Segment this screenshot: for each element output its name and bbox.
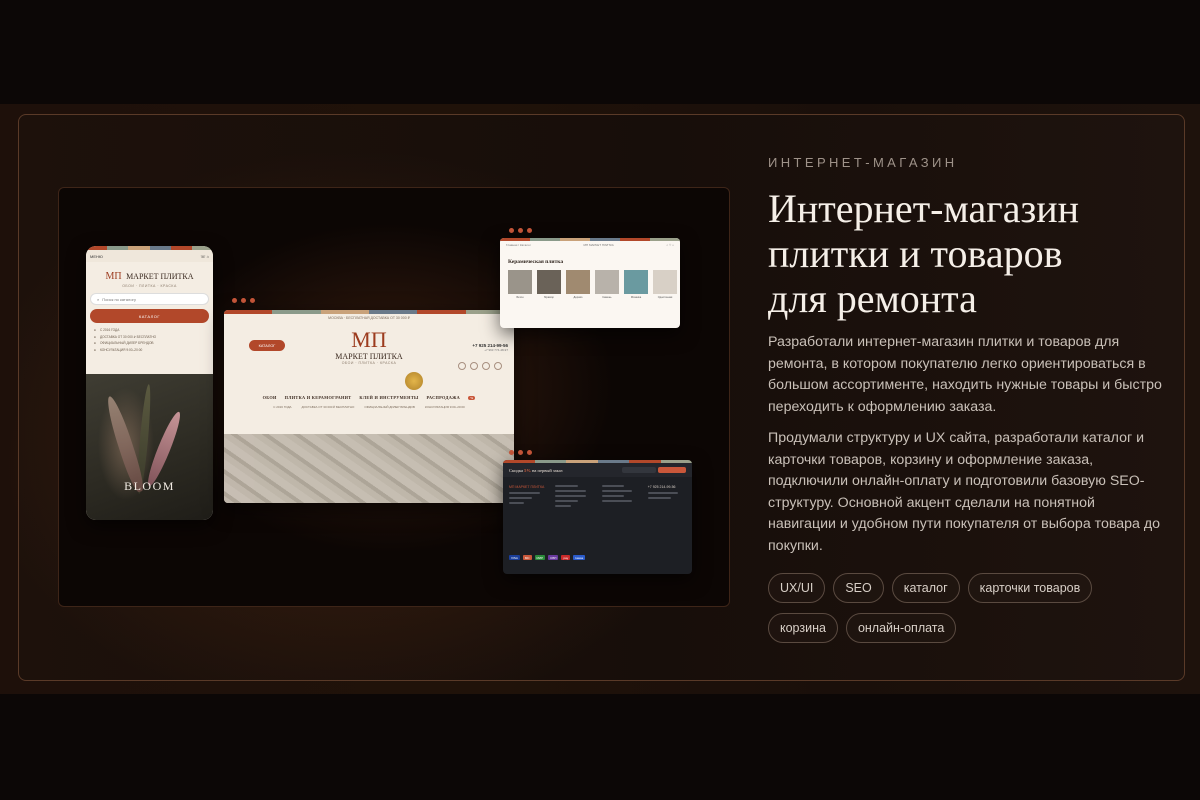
tag-ux-ui[interactable]: UX/UI	[768, 573, 826, 603]
heart-icon	[470, 362, 478, 370]
feature-item: ОФИЦИАЛЬНЫЙ ДИЛЕР БРЕНДОВ	[364, 405, 415, 409]
footer-phone: +7 925 214-99-56	[647, 485, 676, 489]
seal-icon	[405, 372, 423, 390]
payment-logos: VISA MC МИР СБП pay kassa	[509, 555, 586, 560]
phone-alt: +7 963 774-48-97	[484, 348, 508, 352]
brand-name: МП МАРКЕТ ПЛИТКА	[583, 243, 614, 247]
project-description-1: Разработали интернет-магазин плитки и то…	[768, 334, 1162, 415]
logo-mark: МП	[105, 271, 122, 282]
sale-badge: %	[468, 395, 476, 400]
project-category: ИНТЕРНЕТ-МАГАЗИН	[768, 155, 958, 170]
desktop-brand: МП МАРКЕТ ПЛИТКА ОБОИ · ПЛИТКА · КРАСКА	[224, 327, 514, 366]
promo-form	[622, 467, 686, 473]
user-icon	[482, 362, 490, 370]
nav-item: КЛЕЙ И ИНСТРУМЕНТЫ	[359, 395, 419, 400]
footer-brand: МП МАРКЕТ ПЛИТКА	[509, 485, 545, 489]
nav-item: ПЛИТКА И КЕРАМОГРАНИТ	[284, 395, 352, 400]
phone-catalog-button: КАТАЛОГ	[90, 309, 209, 323]
search-placeholder: Поиск по каталогу	[102, 296, 136, 302]
color-stripe	[500, 238, 680, 241]
payment-logo: MC	[522, 555, 532, 560]
feature-item: КОНСУЛЬТАЦИЯ 9:00–20:00	[424, 405, 465, 409]
promo-text: Скидка 5% на первый заказ	[509, 467, 563, 473]
category-header: Главная / Каталог МП МАРКЕТ ПЛИТКА ⌕ ♡ ⌂	[506, 243, 674, 247]
nav-item: ОБОИ	[262, 395, 277, 400]
desktop-hero-image	[224, 434, 514, 503]
category-grid: Бетон Мрамор Дерево Камень Мозаика Однотонная	[500, 270, 680, 299]
desktop-features: С 2016 ГОДА ДОСТАВКА ОТ 30 000 ₽ БЕСПЛАТ…	[224, 405, 514, 409]
cart-icon	[494, 362, 502, 370]
search-icon	[458, 362, 466, 370]
search-icon: ⌕	[97, 296, 100, 302]
project-showcase: МЕНЮ ☏ ⌂ МП МАРКЕТ ПЛИТКА ОБОИ · ПЛИТКА …	[58, 187, 730, 607]
brand-subtitle: ОБОИ · ПЛИТКА · КРАСКА	[122, 284, 177, 288]
desktop-mockup: МОСКВА · БЕСПЛАТНАЯ ДОСТАВКА ОТ 30 000 ₽…	[224, 310, 514, 503]
menu-label: МЕНЮ	[90, 253, 103, 259]
footer-mockup: Скидка 5% на первый заказ МП МАРКЕТ ПЛИТ…	[503, 460, 692, 574]
category-mockup: Главная / Каталог МП МАРКЕТ ПЛИТКА ⌕ ♡ ⌂…	[500, 238, 680, 328]
photo-caption: BLOOM	[124, 479, 175, 493]
phone-icons: ☏ ⌂	[200, 253, 209, 259]
category-tile: Дерево	[566, 270, 590, 299]
payment-logo: VISA	[509, 555, 520, 560]
top-band	[0, 0, 1200, 104]
phone-search-input: ⌕ Поиск по каталогу	[90, 293, 209, 305]
title-line: плитки и товаров	[768, 231, 1063, 276]
feature-item: С 2016 ГОДА	[273, 405, 292, 409]
desktop-nav: ОБОИ ПЛИТКА И КЕРАМОГРАНИТ КЛЕЙ И ИНСТРУ…	[224, 392, 514, 403]
window-controls-icon	[509, 228, 532, 233]
nav-item: РАСПРОДАЖА	[426, 395, 461, 400]
feature-item: ДОСТАВКА ОТ 30 000 ₽ БЕСПЛАТНО	[301, 405, 355, 409]
payment-logo: МИР	[534, 555, 546, 560]
phone-menubar: МЕНЮ ☏ ⌂	[86, 250, 213, 262]
header-icons	[458, 362, 502, 370]
payment-logo: kassa	[573, 555, 586, 560]
phone-brand: МП МАРКЕТ ПЛИТКА ОБОИ · ПЛИТКА · КРАСКА	[86, 262, 213, 288]
window-controls-icon	[232, 298, 255, 303]
tag-product-cards[interactable]: карточки товаров	[967, 573, 1093, 603]
project-description-2: Продумали структуру и UX сайта, разработ…	[768, 430, 1161, 554]
breadcrumb: Главная / Каталог	[506, 243, 531, 247]
project-tags: UX/UI SEO каталог карточки товаров корзи…	[768, 573, 1168, 643]
promo-banner: Скидка 5% на первый заказ	[503, 463, 692, 477]
phone-hero-photo	[86, 374, 213, 520]
tag-seo[interactable]: SEO	[833, 573, 884, 603]
contact-phones: +7 925 214-99-56 +7 963 774-48-97	[472, 343, 508, 352]
logo-mark: МП	[351, 327, 387, 352]
window-controls-icon	[509, 450, 532, 455]
color-stripe	[224, 310, 514, 314]
footer-columns: МП МАРКЕТ ПЛИТКА +7 925 214-99-56	[503, 477, 692, 510]
brand-name: МАРКЕТ ПЛИТКА	[126, 272, 194, 281]
title-line: для ремонта	[768, 276, 977, 321]
phone-info-list: ● С 2016 ГОДА ● ДОСТАВКА ОТ 30 000 ₽ БЕСПЛ…	[86, 323, 213, 353]
payment-logo: СБП	[548, 555, 559, 560]
title-line: Интернет-магазин	[768, 186, 1080, 231]
category-tile: Камень	[595, 270, 619, 299]
bottom-band	[0, 694, 1200, 800]
tag-cart[interactable]: корзина	[768, 613, 838, 643]
category-tile: Однотонная	[653, 270, 677, 299]
category-title: Керамическая плитка	[508, 259, 564, 265]
brand-name: МАРКЕТ ПЛИТКА	[335, 352, 403, 361]
category-tile: Мозаика	[624, 270, 648, 299]
tag-catalog[interactable]: каталог	[891, 573, 960, 603]
tag-online-payment[interactable]: онлайн-оплата	[845, 613, 957, 643]
project-title: Интернет-магазин плитки и товаров для ре…	[768, 186, 1168, 321]
category-tile: Бетон	[508, 270, 532, 299]
info-line: ● КОНСУЛЬТАЦИЯ 9:00–20:00	[94, 347, 143, 352]
phone-mockup: МЕНЮ ☏ ⌂ МП МАРКЕТ ПЛИТКА ОБОИ · ПЛИТКА …	[86, 246, 213, 520]
desktop-header: КАТАЛОГ МП МАРКЕТ ПЛИТКА ОБОИ · ПЛИТКА ·…	[224, 320, 514, 390]
category-tile: Мрамор	[537, 270, 561, 299]
color-stripe	[86, 246, 213, 250]
color-stripe	[503, 460, 692, 463]
payment-logo: pay	[561, 555, 571, 560]
